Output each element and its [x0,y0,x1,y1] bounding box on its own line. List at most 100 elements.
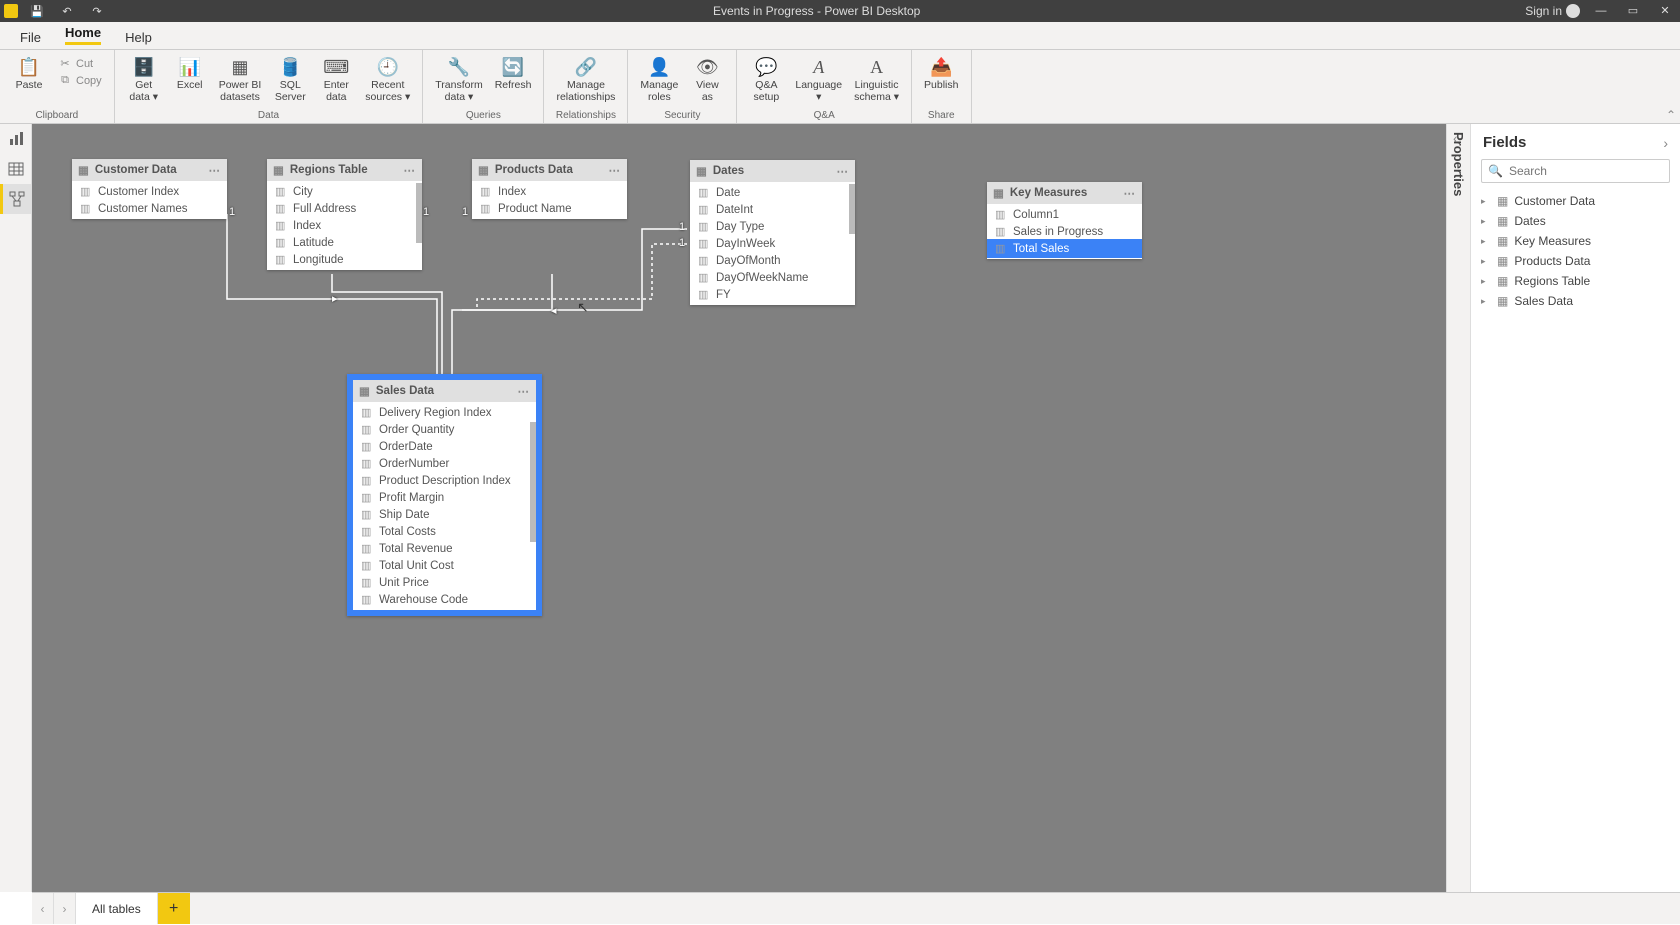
manage-roles-button[interactable]: 👤Manage roles [636,52,682,105]
prev-page-button[interactable]: ‹ [32,893,54,924]
linguistic-schema-button[interactable]: ALinguistic schema ▾ [850,52,903,105]
restore-icon[interactable]: ▭ [1622,4,1644,17]
field-longitude[interactable]: ▥Longitude [267,251,422,268]
fields-table-sales-data[interactable]: ▸▦Sales Data [1471,291,1680,311]
field-profit-margin[interactable]: ▥Profit Margin [353,489,536,506]
field-ship-date[interactable]: ▥Ship Date [353,506,536,523]
field-latitude[interactable]: ▥Latitude [267,234,422,251]
excel-button[interactable]: 📊Excel [169,52,211,94]
report-view-button[interactable] [0,124,31,154]
add-page-button[interactable]: + [158,893,190,924]
field-ordernumber[interactable]: ▥OrderNumber [353,455,536,472]
tab-help[interactable]: Help [113,24,164,49]
chevron-right-icon[interactable]: › [1663,135,1668,151]
field-product-description-index[interactable]: ▥Product Description Index [353,472,536,489]
page-tab-all-tables[interactable]: All tables [76,893,158,924]
cut-button[interactable]: ✂Cut [54,56,106,71]
publish-button[interactable]: 📤Publish [920,52,962,94]
expand-icon[interactable]: ▸ [1481,296,1491,307]
search-input[interactable] [1509,164,1664,178]
tab-file[interactable]: File [8,24,53,49]
fields-table-customer-data[interactable]: ▸▦Customer Data [1471,191,1680,211]
field-full-address[interactable]: ▥Full Address [267,200,422,217]
field-warehouse-code[interactable]: ▥Warehouse Code [353,591,536,608]
field-index[interactable]: ▥Index [472,183,627,200]
recent-sources-button[interactable]: 🕘Recent sources ▾ [361,52,414,105]
paste-button[interactable]: 📋Paste [8,52,50,94]
more-icon[interactable]: ⋯ [404,163,417,177]
model-view-button[interactable] [0,184,31,214]
field-dayofmonth[interactable]: ▥DayOfMonth [690,252,855,269]
fields-table-products-data[interactable]: ▸▦Products Data [1471,251,1680,271]
field-dayinweek[interactable]: ▥DayInWeek [690,235,855,252]
field-dateint[interactable]: ▥DateInt [690,201,855,218]
field-total-sales[interactable]: ▥Total Sales [987,239,1142,258]
refresh-button[interactable]: 🔄Refresh [491,52,536,94]
more-icon[interactable]: ⋯ [609,163,622,177]
field-orderdate[interactable]: ▥OrderDate [353,438,536,455]
copy-button[interactable]: ⧉Copy [54,73,106,88]
table-products[interactable]: ▦Products Data⋯ ▥Index▥Product Name [472,159,627,219]
pbi-datasets-button[interactable]: ▦Power BI datasets [215,52,266,105]
view-as-button[interactable]: 👁View as [686,52,728,105]
expand-icon[interactable]: ▸ [1481,236,1491,247]
qa-setup-button[interactable]: 💬Q&A setup [745,52,787,105]
field-total-costs[interactable]: ▥Total Costs [353,523,536,540]
field-order-quantity[interactable]: ▥Order Quantity [353,421,536,438]
field-sales-in-progress[interactable]: ▥Sales in Progress [987,223,1142,240]
undo-icon[interactable]: ↶ [56,5,78,18]
field-product-name[interactable]: ▥Product Name [472,200,627,217]
chevron-left-icon[interactable]: ‹ [1453,130,1458,146]
redo-icon[interactable]: ↷ [86,5,108,18]
more-icon[interactable]: ⋯ [1124,186,1137,200]
tab-home[interactable]: Home [53,19,113,49]
table-customer-data[interactable]: ▦Customer Data⋯ ▥Customer Index▥Customer… [72,159,227,219]
fields-search[interactable]: 🔍 [1481,159,1670,183]
expand-icon[interactable]: ▸ [1481,216,1491,227]
save-icon[interactable]: 💾 [26,5,48,18]
transform-data-button[interactable]: 🔧Transform data ▾ [431,52,486,105]
fields-table-regions-table[interactable]: ▸▦Regions Table [1471,271,1680,291]
field-total-revenue[interactable]: ▥Total Revenue [353,540,536,557]
field-customer-names[interactable]: ▥Customer Names [72,200,227,217]
properties-pane-collapsed[interactable]: ‹ Properties [1446,124,1470,892]
field-unit-price[interactable]: ▥Unit Price [353,574,536,591]
data-view-button[interactable] [0,154,31,184]
field-fy[interactable]: ▥FY [690,286,855,303]
table-regions[interactable]: ▦Regions Table⋯ ▥City▥Full Address▥Index… [267,159,422,270]
field-total-unit-cost[interactable]: ▥Total Unit Cost [353,557,536,574]
close-icon[interactable]: ✕ [1654,4,1676,17]
more-icon[interactable]: ⋯ [837,164,850,178]
field-delivery-region-index[interactable]: ▥Delivery Region Index [353,404,536,421]
get-data-button[interactable]: 🗄️Get data ▾ [123,52,165,105]
more-icon[interactable]: ⋯ [518,384,531,398]
fields-table-key-measures[interactable]: ▸▦Key Measures [1471,231,1680,251]
more-icon[interactable]: ⋯ [209,163,222,177]
field-column1[interactable]: ▥Column1 [987,206,1142,223]
field-date[interactable]: ▥Date [690,184,855,201]
field-city[interactable]: ▥City [267,183,422,200]
minimize-icon[interactable]: — [1590,5,1612,17]
collapse-ribbon-icon[interactable]: ⌃ [1666,108,1676,122]
field-customer-index[interactable]: ▥Customer Index [72,183,227,200]
field-dayofweekname[interactable]: ▥DayOfWeekName [690,269,855,286]
next-page-button[interactable]: › [54,893,76,924]
field-index[interactable]: ▥Index [267,217,422,234]
scrollbar[interactable] [530,422,536,542]
expand-icon[interactable]: ▸ [1481,256,1491,267]
signin-link[interactable]: Sign in [1525,4,1580,19]
field-day-type[interactable]: ▥Day Type [690,218,855,235]
language-button[interactable]: ALanguage ▾ [791,52,846,105]
table-sales-data[interactable]: ▦Sales Data⋯ ▥Delivery Region Index▥Orde… [347,374,542,616]
sql-server-button[interactable]: 🛢️SQL Server [269,52,311,105]
enter-data-button[interactable]: ⌨Enter data [315,52,357,105]
scrollbar[interactable] [416,183,422,243]
expand-icon[interactable]: ▸ [1481,196,1491,207]
fields-table-dates[interactable]: ▸▦Dates [1471,211,1680,231]
table-dates[interactable]: ▦Dates⋯ ▥Date▥DateInt▥Day Type▥DayInWeek… [690,160,855,305]
table-key-measures[interactable]: ▦Key Measures⋯ ▥Column1▥Sales in Progres… [987,182,1142,259]
model-canvas[interactable]: 1 1 1 1 1 ▸ ◂ ▦Customer Data⋯ ▥Customer … [32,124,1446,892]
expand-icon[interactable]: ▸ [1481,276,1491,287]
manage-relationships-button[interactable]: 🔗Manage relationships [552,52,619,105]
scrollbar[interactable] [849,184,855,234]
